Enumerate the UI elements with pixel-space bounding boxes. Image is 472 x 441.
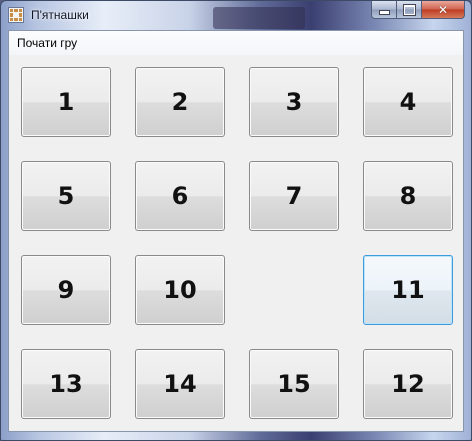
client-area: Почати гру 1 2 3 4 5 6 7 8 9 10 11 13 14… [8, 30, 464, 432]
tile-2[interactable]: 2 [135, 67, 225, 137]
title-bar[interactable]: П'ятнашки ✕ [1, 1, 471, 29]
tile-11[interactable]: 11 [363, 255, 453, 325]
menu-item-new-game[interactable]: Почати гру [17, 36, 77, 50]
tile-3[interactable]: 3 [249, 67, 339, 137]
tile-13[interactable]: 13 [21, 349, 111, 419]
tile-9[interactable]: 9 [21, 255, 111, 325]
tile-5[interactable]: 5 [21, 161, 111, 231]
puzzle-grid-icon[interactable] [8, 7, 24, 23]
tile-10[interactable]: 10 [135, 255, 225, 325]
tile-14[interactable]: 14 [135, 349, 225, 419]
tile-4[interactable]: 4 [363, 67, 453, 137]
close-icon: ✕ [437, 2, 449, 17]
close-button[interactable]: ✕ [422, 1, 465, 19]
tile-6[interactable]: 6 [135, 161, 225, 231]
tile-1[interactable]: 1 [21, 67, 111, 137]
app-window: П'ятнашки ✕ Почати гру 1 2 3 4 5 6 7 8 9… [0, 0, 472, 441]
minimize-button[interactable] [371, 1, 397, 19]
tile-12[interactable]: 12 [363, 349, 453, 419]
window-controls: ✕ [371, 1, 465, 19]
maximize-button[interactable] [397, 1, 422, 19]
maximize-icon [403, 4, 415, 15]
minimize-icon [378, 10, 390, 15]
tile-8[interactable]: 8 [363, 161, 453, 231]
tile-15[interactable]: 15 [249, 349, 339, 419]
menu-bar: Почати гру [9, 31, 463, 56]
tile-7[interactable]: 7 [249, 161, 339, 231]
window-title: П'ятнашки [31, 8, 89, 22]
